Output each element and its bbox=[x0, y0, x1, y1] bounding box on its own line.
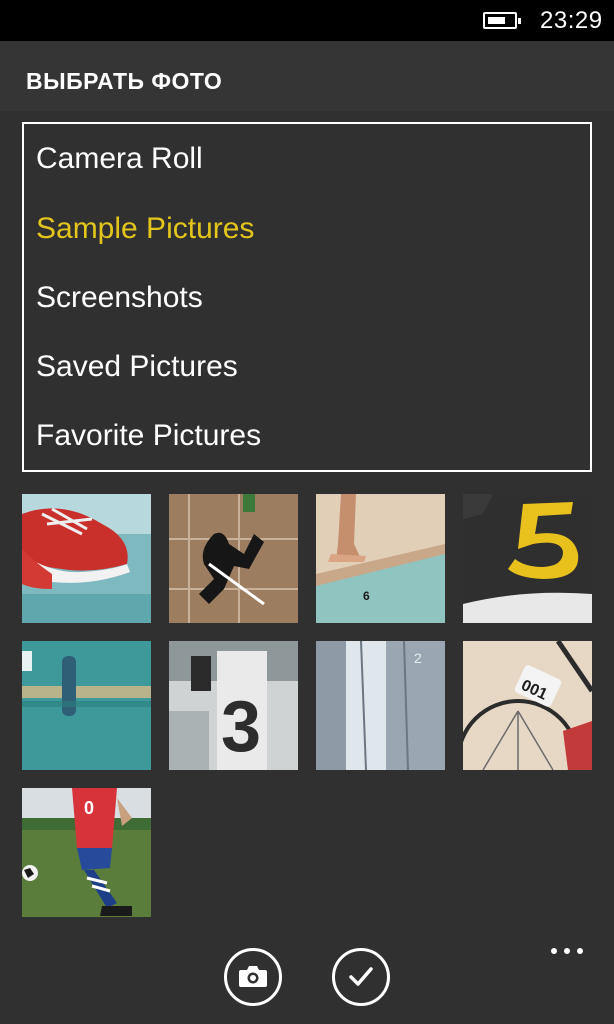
album-item-saved-pictures[interactable]: Saved Pictures bbox=[36, 350, 238, 384]
photo-thumbnail-glass-building[interactable]: 2 bbox=[316, 641, 445, 770]
photo-thumbnail-soccer-player[interactable]: 0 bbox=[22, 788, 151, 917]
album-item-screenshots[interactable]: Screenshots bbox=[36, 281, 203, 315]
photo-thumbnail-poolside-feet[interactable]: 6 bbox=[316, 494, 445, 623]
confirm-button[interactable] bbox=[332, 948, 390, 1006]
photo-thumbnail-number-five[interactable] bbox=[463, 494, 592, 623]
photo-chooser-screen: 23:29 ВЫБРАТЬ ФОТО Camera Roll Sample Pi… bbox=[0, 0, 614, 1024]
svg-text:6: 6 bbox=[363, 589, 370, 603]
camera-button[interactable] bbox=[224, 948, 282, 1006]
svg-text:2: 2 bbox=[414, 650, 422, 666]
svg-text:0: 0 bbox=[84, 798, 94, 818]
photo-thumbnail-red-shoes[interactable] bbox=[22, 494, 151, 623]
header: ВЫБРАТЬ ФОТО bbox=[0, 41, 614, 111]
status-time: 23:29 bbox=[540, 7, 603, 34]
photo-thumbnail-hopscotch-shadow[interactable] bbox=[169, 494, 298, 623]
photo-thumbnail-number-three[interactable]: 3 bbox=[169, 641, 298, 770]
camera-icon bbox=[239, 966, 267, 987]
page-title: ВЫБРАТЬ ФОТО bbox=[26, 68, 223, 94]
battery-icon bbox=[483, 12, 521, 29]
photo-thumbnail-teal-door[interactable] bbox=[22, 641, 151, 770]
album-item-sample-pictures[interactable]: Sample Pictures bbox=[36, 212, 254, 246]
album-item-camera-roll[interactable]: Camera Roll bbox=[36, 142, 203, 176]
photo-thumbnail-bicycle[interactable]: 001 bbox=[463, 641, 592, 770]
album-picker-list[interactable]: Camera Roll Sample Pictures Screenshots … bbox=[22, 122, 592, 472]
status-bar: 23:29 bbox=[0, 0, 614, 41]
more-dots-icon[interactable] bbox=[548, 944, 586, 960]
album-item-favorite-pictures[interactable]: Favorite Pictures bbox=[36, 419, 261, 453]
svg-text:3: 3 bbox=[221, 687, 261, 767]
checkmark-icon bbox=[349, 967, 373, 986]
